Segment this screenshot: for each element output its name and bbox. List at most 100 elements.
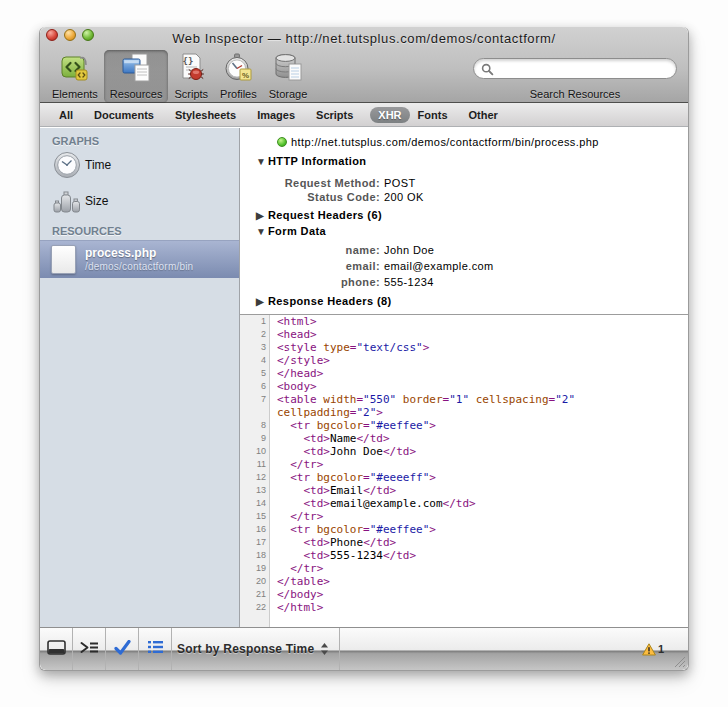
line-number[interactable]: 10 [240, 445, 271, 458]
error-warning-toggle-button[interactable] [106, 628, 139, 670]
line-number[interactable]: 12 [240, 471, 271, 484]
section-header-label: Response Headers (8) [268, 295, 392, 307]
filter-tab-xhr[interactable]: XHR [370, 107, 409, 123]
minimize-window-button[interactable] [64, 29, 76, 41]
filter-tab-fonts[interactable]: Fonts [418, 107, 448, 123]
main-area: GRAPHS TimeSize RESOURCES process.php /d… [40, 128, 688, 627]
section-header-http-information[interactable]: ▼HTTP Information [240, 154, 688, 168]
line-number[interactable]: 4 [240, 354, 271, 367]
kv-row: Status Code:200 OK [240, 190, 688, 204]
kv-value: 200 OK [384, 191, 424, 203]
section-header-form-data[interactable]: ▼Form Data [240, 224, 688, 238]
svg-text:%: % [242, 71, 249, 80]
filter-tab-scripts[interactable]: Scripts [316, 107, 353, 123]
toolbar-button-storage[interactable]: Storage [263, 50, 314, 103]
dock-icon [47, 640, 66, 659]
disclosure-open-icon: ▼ [256, 226, 268, 237]
list-view-button[interactable] [139, 628, 172, 670]
title-bar: Web Inspector — http://net.tutsplus.com/… [40, 27, 688, 103]
sidebar: GRAPHS TimeSize RESOURCES process.php /d… [40, 128, 240, 627]
line-number[interactable]: 6 [240, 380, 271, 393]
source-line: 10 <td>John Doe</td> [240, 445, 688, 458]
sort-dropdown[interactable]: Sort by Response Time [172, 628, 340, 670]
dock-toggle-button[interactable] [40, 628, 73, 670]
line-number[interactable]: 22 [240, 601, 271, 614]
filter-tab-images[interactable]: Images [257, 107, 295, 123]
line-number[interactable]: 21 [240, 588, 271, 601]
graphs-section-header: GRAPHS [52, 135, 99, 147]
source-line: 16 <tr bgcolor="#eeffee"> [240, 523, 688, 536]
toolbar-button-elements[interactable]: Elements [46, 50, 104, 103]
source-line: 15 </tr> [240, 510, 688, 523]
source-line: 22</html> [240, 601, 688, 614]
resources-icon [120, 52, 152, 88]
search-label: Search Resources [473, 88, 677, 100]
web-inspector-window: Web Inspector — http://net.tutsplus.com/… [39, 27, 689, 671]
section-header-response-headers-8-[interactable]: ▶Response Headers (8) [240, 294, 688, 308]
clock-icon [53, 151, 81, 179]
resource-detail-panel: http://net.tutsplus.com/demos/contactfor… [240, 128, 688, 627]
profiles-icon: % [222, 52, 254, 88]
zoom-window-button[interactable] [82, 29, 94, 41]
filter-tab-other[interactable]: Other [469, 107, 498, 123]
kv-label: phone: [240, 276, 380, 288]
kv-row: email:email@example.com [240, 259, 688, 273]
scripts-icon: {} [175, 52, 207, 88]
window-title: Web Inspector — http://net.tutsplus.com/… [100, 29, 628, 48]
toolbar-button-resources[interactable]: Resources [104, 50, 169, 103]
toolbar-button-scripts[interactable]: {} Scripts [168, 50, 214, 103]
search-input[interactable] [473, 58, 677, 79]
line-number[interactable]: 5 [240, 367, 271, 380]
toolbar-button-profiles[interactable]: %Profiles [214, 50, 263, 103]
resource-filter-bar: All Documents Stylesheets Images Scripts XHR F… [40, 103, 688, 127]
line-number[interactable]: 17 [240, 536, 271, 549]
kv-row: name: John Doe [240, 243, 688, 257]
line-number[interactable]: 9 [240, 432, 271, 445]
line-number[interactable]: 18 [240, 549, 271, 562]
line-number[interactable]: 20 [240, 575, 271, 588]
resource-path: /demos/contactform/bin [85, 261, 193, 272]
line-number[interactable]: 19 [240, 562, 271, 575]
resource-name: process.php [85, 246, 156, 260]
kv-value: John Doe [384, 244, 434, 256]
source-line: 5</head> [240, 367, 688, 380]
line-number[interactable]: 3 [240, 341, 271, 354]
line-number[interactable]: 2 [240, 328, 271, 341]
filter-tab-all[interactable]: All [59, 107, 73, 123]
line-number[interactable]: 14 [240, 497, 271, 510]
line-number[interactable]: 7 [240, 393, 271, 406]
svg-text:{}: {} [183, 56, 194, 66]
filter-tab-stylesheets[interactable]: Stylesheets [175, 107, 236, 123]
disclosure-closed-icon: ▶ [256, 210, 268, 221]
resize-grip[interactable] [672, 654, 686, 668]
toolbar-button-label: Scripts [174, 88, 208, 100]
sort-dropdown-label: Sort by Response Time [177, 642, 314, 656]
console-button[interactable] [73, 628, 106, 670]
source-line: 4</style> [240, 354, 688, 367]
warnings-indicator[interactable]: 1 [642, 643, 664, 656]
source-line: 11 </tr> [240, 458, 688, 471]
request-url-row: http://net.tutsplus.com/demos/contactfor… [240, 135, 688, 149]
filter-tab-documents[interactable]: Documents [94, 107, 154, 123]
source-line: 19 </tr> [240, 562, 688, 575]
sidebar-item-process-php[interactable]: process.php /demos/contactform/bin [40, 240, 239, 278]
line-number[interactable]: 11 [240, 458, 271, 471]
errors-check-icon [114, 640, 131, 659]
line-number[interactable]: 15 [240, 510, 271, 523]
kv-row: phone:555-1234 [240, 275, 688, 289]
line-number[interactable]: 16 [240, 523, 271, 536]
sort-updown-arrows-icon [320, 642, 329, 656]
source-line: 3<style type="text/css"> [240, 341, 688, 354]
request-url: http://net.tutsplus.com/demos/contactfor… [291, 136, 599, 148]
source-line: 1<html> [240, 315, 688, 328]
kv-label: name: [240, 244, 380, 256]
section-header-label: Request Headers (6) [268, 209, 382, 221]
line-number[interactable]: 8 [240, 419, 271, 432]
line-number[interactable]: 13 [240, 484, 271, 497]
line-number[interactable]: 1 [240, 315, 271, 328]
status-dot-icon [277, 137, 287, 147]
section-header-request-headers-6-[interactable]: ▶Request Headers (6) [240, 208, 688, 222]
close-window-button[interactable] [46, 29, 58, 41]
weights-icon [53, 187, 81, 215]
toolbar-button-label: Elements [52, 88, 98, 100]
